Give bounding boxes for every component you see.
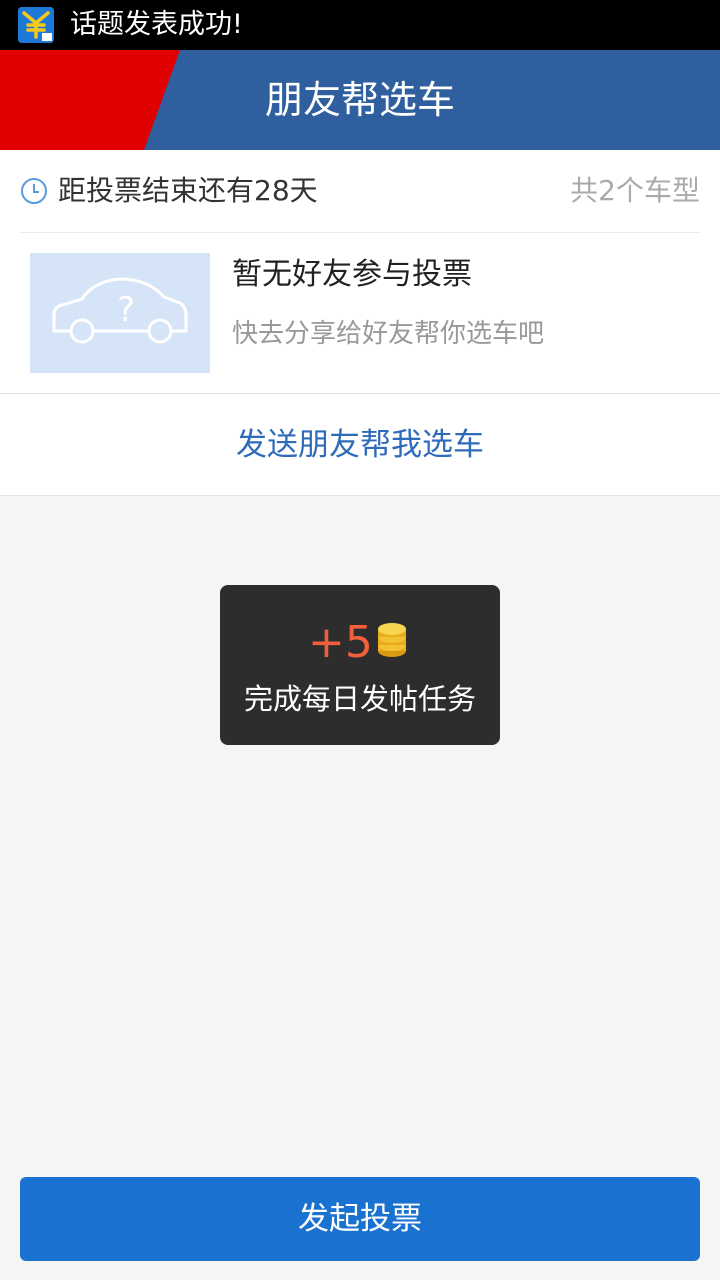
page-title: 朋友帮选车 xyxy=(264,78,455,122)
notification-text: 话题发表成功! xyxy=(70,9,243,40)
status-bar: 话题发表成功! xyxy=(0,0,720,50)
yuan-app-icon xyxy=(18,7,54,43)
vote-countdown: 距投票结束还有28天 xyxy=(58,174,318,207)
clock-icon xyxy=(21,178,47,204)
send-to-friends-button[interactable]: 发送朋友帮我选车 xyxy=(0,394,720,496)
model-count: 共2个车型 xyxy=(570,174,700,207)
no-vote-title: 暂无好友参与投票 xyxy=(232,257,472,292)
start-vote-button[interactable]: 发起投票 xyxy=(20,1177,700,1261)
unknown-car-icon: ? xyxy=(30,253,210,373)
reward-message: 完成每日发帖任务 xyxy=(243,682,476,716)
vote-card: 距投票结束还有28天 共2个车型 ? 暂无好友参与投票 快去分享给好友帮你选车吧 xyxy=(0,150,720,394)
svg-text:?: ? xyxy=(117,290,135,330)
divider xyxy=(20,232,700,233)
reward-toast: +5 完成每日发帖任务 xyxy=(220,585,500,745)
coin-stack-icon xyxy=(378,623,406,657)
share-hint: 快去分享给好友帮你选车吧 xyxy=(232,319,545,349)
reward-points: +5 xyxy=(308,617,373,668)
page-header: 朋友帮选车 xyxy=(0,50,720,150)
